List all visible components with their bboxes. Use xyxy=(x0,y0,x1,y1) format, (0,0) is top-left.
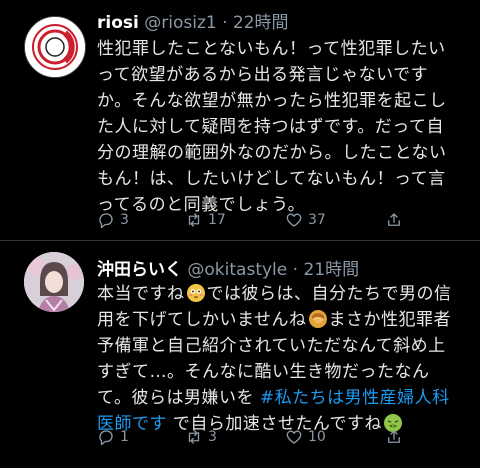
text-line: た人に対して疑問を持つはずです。だって自 xyxy=(97,117,444,137)
text-line: 用を下げてしかいませんね まさか性犯罪者 xyxy=(97,307,475,333)
tweet-okita[interactable]: 沖田らいく @okitastyle · 21時間 本当ですね では彼らは、自分たち… xyxy=(0,240,480,468)
tweet-header: riosi @riosiz1 · 22時間 xyxy=(97,8,289,33)
text-line: て。彼らは男嫌いを #私たちは男性産婦人科 xyxy=(97,385,475,411)
text-segment: では彼らは、自分たちで男の信 xyxy=(206,284,452,304)
text-line: 本当ですね では彼らは、自分たちで男の信 xyxy=(97,281,475,307)
text-line: すぎて…。そんなに酷い生き物だったなん xyxy=(97,362,430,382)
retweet-count: 17 xyxy=(208,212,226,228)
reply-count: 1 xyxy=(120,429,129,445)
text-segment: まさか性犯罪者 xyxy=(328,310,451,330)
text-line: 分の理解の範囲外なのだから。したことない xyxy=(97,143,447,163)
tweet-riosi[interactable]: riosi @riosiz1 · 22時間 性犯罪したことないもん！って性犯罪し… xyxy=(0,0,480,240)
action-bar: 1 3 10 xyxy=(97,426,467,448)
hashtag-link[interactable]: #私たちは男性産婦人科 xyxy=(260,388,450,408)
facepalm-emoji xyxy=(308,310,327,328)
retweet-button[interactable]: 3 xyxy=(185,426,217,448)
author-name[interactable]: riosi xyxy=(97,13,139,33)
tweet-text: 本当ですね では彼らは、自分たちで男の信 用を下げてしかいませんね まさか性犯罪者 … xyxy=(97,281,475,437)
avatar[interactable] xyxy=(24,252,84,312)
flushed-face-emoji xyxy=(186,284,205,302)
avatar[interactable] xyxy=(24,16,86,78)
timestamp[interactable]: · 21時間 xyxy=(293,260,359,280)
tweet-header: 沖田らいく @okitastyle · 21時間 xyxy=(97,255,359,280)
reply-count: 3 xyxy=(120,212,129,228)
share-button[interactable] xyxy=(385,209,403,231)
author-name[interactable]: 沖田らいく xyxy=(97,260,182,280)
author-handle[interactable]: @okitastyle xyxy=(187,260,287,280)
share-button[interactable] xyxy=(385,426,403,448)
like-button[interactable]: 37 xyxy=(285,209,326,231)
like-count: 37 xyxy=(308,212,326,228)
retweet-icon xyxy=(188,213,200,227)
reply-icon xyxy=(99,213,113,229)
timestamp[interactable]: · 22時間 xyxy=(222,13,288,33)
like-button[interactable]: 10 xyxy=(285,426,326,448)
text-segment: 用を下げてしかいませんね xyxy=(97,310,307,330)
reply-icon xyxy=(99,430,113,446)
retweet-button[interactable]: 17 xyxy=(185,209,226,231)
text-line: か。そんな欲望が無かったら性犯罪を起こし xyxy=(97,91,447,111)
reply-button[interactable]: 1 xyxy=(97,426,129,448)
text-segment: て。彼らは男嫌いを xyxy=(97,388,254,408)
text-line: 予備軍と自己紹介されていただなんて斜め上 xyxy=(97,336,446,356)
tweet-text: 性犯罪したことないもん！って性犯罪したい って欲望があるから出る発言じゃないです… xyxy=(97,36,475,218)
like-count: 10 xyxy=(308,429,326,445)
like-icon xyxy=(286,213,302,227)
text-line: って欲望があるから出る発言じゃないです xyxy=(97,65,429,85)
text-segment: 本当ですね xyxy=(97,284,185,304)
retweet-icon xyxy=(188,430,200,444)
retweet-count: 3 xyxy=(208,429,217,445)
share-icon xyxy=(388,430,400,443)
like-icon xyxy=(286,430,302,444)
reply-button[interactable]: 3 xyxy=(97,209,129,231)
share-icon xyxy=(388,213,400,226)
author-handle[interactable]: @riosiz1 xyxy=(144,13,216,33)
action-bar: 3 17 37 xyxy=(97,209,467,231)
text-line: 性犯罪したことないもん！って性犯罪したい xyxy=(97,39,446,59)
text-line: もん！は、したいけどしてないもん！って言 xyxy=(97,169,446,189)
